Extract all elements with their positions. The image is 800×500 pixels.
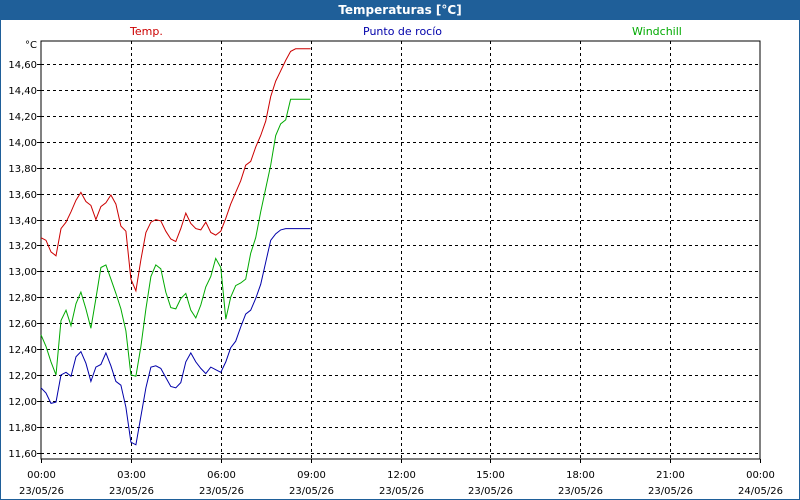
x-tick-time: 21:00 [656,470,685,481]
x-tick-time: 06:00 [207,470,236,481]
y-tick-label: 11,60 [8,449,37,460]
y-tick-label: 14,20 [8,112,37,123]
x-tick-date: 23/05/26 [109,486,154,497]
y-tick-label: 13,80 [8,164,37,175]
y-tick-label: 12,60 [8,319,37,330]
y-tick-label: 12,00 [8,397,37,408]
x-tick-time: 00:00 [746,470,775,481]
x-tick-time: 00:00 [27,470,56,481]
x-tick-date: 23/05/26 [199,486,244,497]
y-tick-label: 14,60 [8,60,37,71]
x-tick-date: 24/05/26 [738,486,783,497]
x-tick-time: 12:00 [387,470,416,481]
y-tick-label: 14,40 [8,86,37,97]
x-tick-date: 23/05/26 [379,486,424,497]
y-tick-label: 12,80 [8,293,37,304]
x-tick-time: 09:00 [297,470,326,481]
x-tick-time: 03:00 [117,470,146,481]
x-tick-date: 23/05/26 [19,486,64,497]
x-tick-date: 23/05/26 [558,486,603,497]
x-tick-date: 23/05/26 [289,486,334,497]
y-tick-label: 11,80 [8,423,37,434]
y-tick-label: 12,40 [8,345,37,356]
y-tick-label: 13,60 [8,190,37,201]
plot-area [40,40,761,460]
y-tick-label: 13,20 [8,241,37,252]
x-tick-time: 15:00 [476,470,505,481]
y-tick-label: 14,00 [8,138,37,149]
y-tick-label: 13,40 [8,216,37,227]
x-tick-date: 23/05/26 [648,486,693,497]
y-tick-label: 12,20 [8,371,37,382]
temperature-chart: 11,60 11,80 12,00 12,20 12,40 12,60 12,80 13,00… [8,40,783,497]
y-tick-label: 13,00 [8,267,37,278]
x-tick-time: 18:00 [566,470,595,481]
x-tick-date: 23/05/26 [468,486,513,497]
